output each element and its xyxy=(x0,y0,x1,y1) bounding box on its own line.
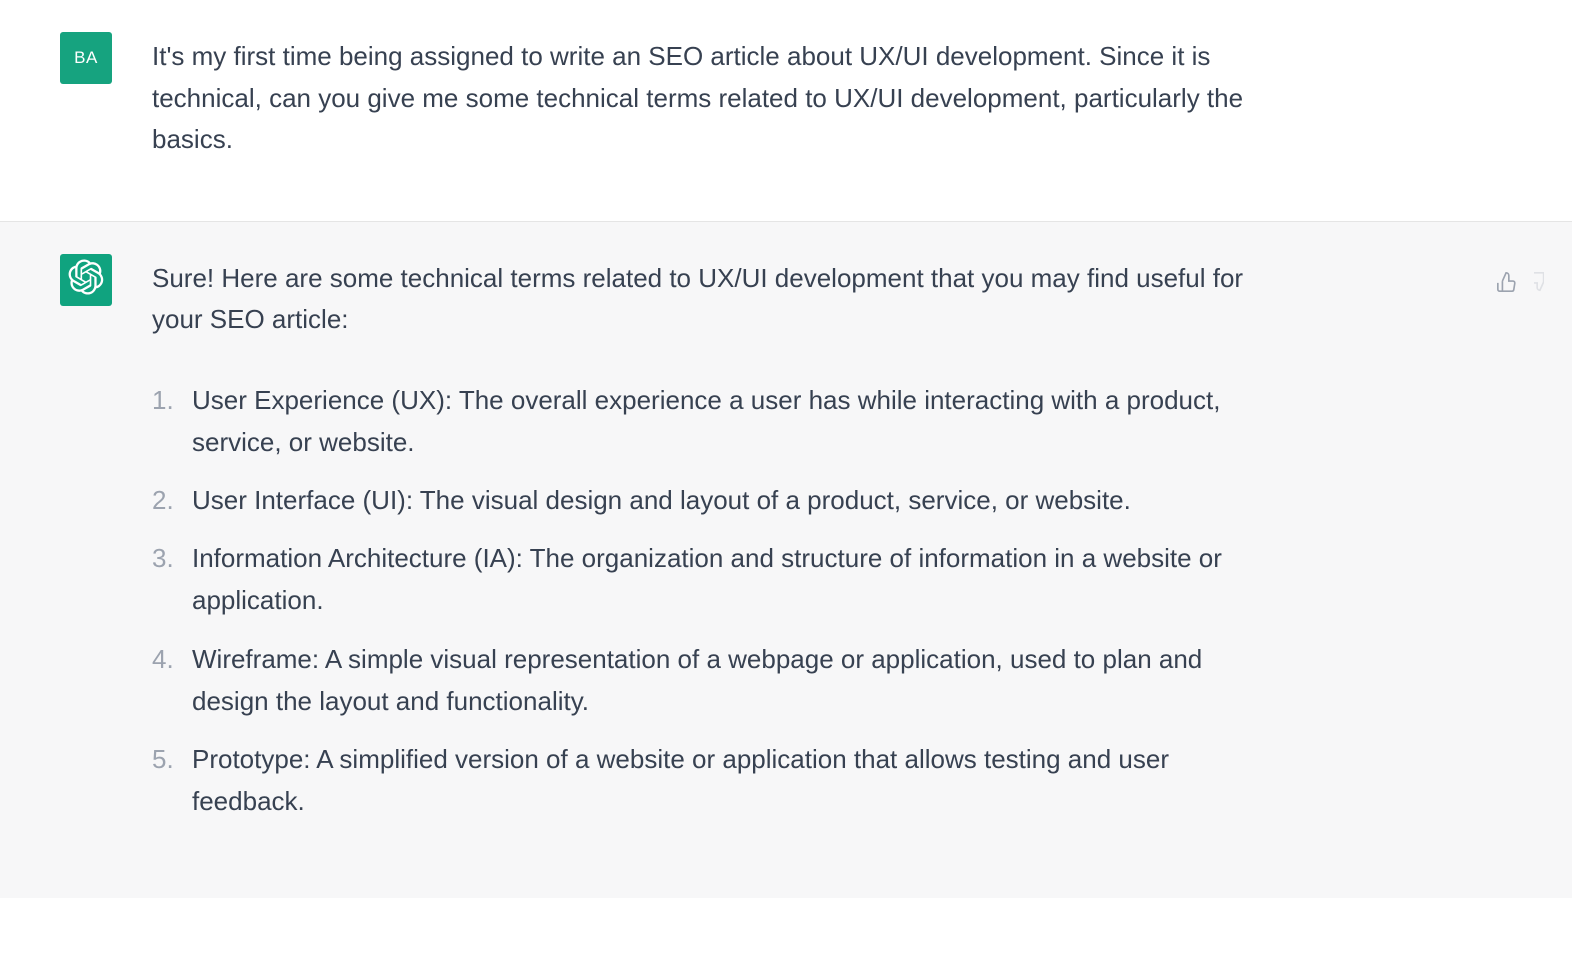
assistant-message-block: Sure! Here are some technical terms rela… xyxy=(0,222,1572,898)
user-message-block: BA It's my first time being assigned to … xyxy=(0,0,1572,222)
user-message-content: It's my first time being assigned to wri… xyxy=(152,32,1252,161)
list-item: User Interface (UI): The visual design a… xyxy=(152,479,1252,521)
assistant-avatar xyxy=(60,254,112,306)
list-item: User Experience (UX): The overall experi… xyxy=(152,379,1252,463)
message-actions xyxy=(1494,272,1544,298)
list-item: Wireframe: A simple visual representatio… xyxy=(152,638,1252,722)
thumbs-up-icon xyxy=(1496,271,1518,298)
user-avatar-initials: BA xyxy=(74,48,98,68)
terms-list: User Experience (UX): The overall experi… xyxy=(152,379,1252,822)
assistant-intro-text: Sure! Here are some technical terms rela… xyxy=(152,258,1252,341)
thumbs-up-button[interactable] xyxy=(1494,272,1520,298)
thumbs-down-button[interactable] xyxy=(1534,272,1544,298)
user-message-text: It's my first time being assigned to wri… xyxy=(152,36,1252,161)
user-avatar: BA xyxy=(60,32,112,84)
openai-logo-icon xyxy=(68,259,104,300)
thumbs-down-icon xyxy=(1534,272,1544,298)
assistant-message-content: Sure! Here are some technical terms rela… xyxy=(152,254,1252,838)
list-item: Information Architecture (IA): The organ… xyxy=(152,537,1252,621)
list-item: Prototype: A simplified version of a web… xyxy=(152,738,1252,822)
